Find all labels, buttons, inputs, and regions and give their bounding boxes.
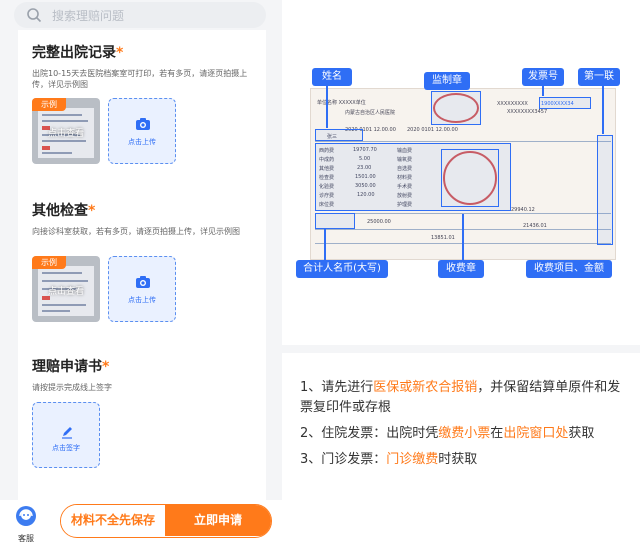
upload-label: 点击上传 xyxy=(128,296,156,304)
callout-first-copy: 第一联 xyxy=(578,68,620,86)
sample-tag: 示例 xyxy=(32,256,66,269)
invoice-date2: 2020 0101 12.00.00 xyxy=(407,127,458,133)
search-placeholder: 搜索理赔问题 xyxy=(52,9,125,23)
sign-label: 点击签字 xyxy=(52,444,80,452)
sample-view-label: 点击查看 xyxy=(47,287,84,297)
search-icon xyxy=(27,8,42,23)
pay-amount: 13851.01 xyxy=(431,235,455,241)
callout-invoice-no: 发票号 xyxy=(522,68,564,86)
highlight-total-caps xyxy=(315,213,355,229)
invoice-hospital: 内蒙古自治区人民医院 xyxy=(345,110,396,116)
sample-image-discharge[interactable]: 示例 点击查看 xyxy=(32,98,100,164)
section-title-other-exam: 其他检查* xyxy=(32,203,96,219)
highlight-invoice-no xyxy=(539,97,591,109)
section-desc-claim-form: 请按提示完成线上签字 xyxy=(32,383,112,392)
callout-total-caps: 合计人名币(大写) xyxy=(296,260,388,278)
action-buttons: 材料不全先保存 立即申请 xyxy=(60,504,272,538)
invoice-unit: 单位名称 XXXXX单位 xyxy=(317,100,366,106)
misc-amount: 29940.12 xyxy=(511,207,535,213)
highlight-first-copy xyxy=(597,135,613,245)
invoice-code: XXXXXXXXX xyxy=(497,101,528,107)
headset-icon xyxy=(16,506,36,526)
service-label: 客服 xyxy=(18,534,34,543)
claim-form-panel: 搜索理赔问题 完整出院记录* 出院10-15天去医院档案室可打印，若有多页，请逐… xyxy=(0,0,282,547)
upload-label: 点击上传 xyxy=(128,138,156,146)
callout-seal: 监制章 xyxy=(424,72,470,90)
section-divider xyxy=(282,345,640,353)
section-desc-discharge: 出院10-15天去医院档案室可打印，若有多页，请逐页拍摄上传，详见示例图 xyxy=(32,69,248,89)
invoice-instructions: 1、请先进行医保或新农合报销，并保留结算单原件和发票复印件或存根 2、住院发票：… xyxy=(300,378,630,476)
sign-button[interactable]: 点击签字 xyxy=(32,402,100,468)
bottom-action-bar: 客服 材料不全先保存 立即申请 xyxy=(0,500,282,547)
callout-name: 姓名 xyxy=(312,68,352,86)
sample-tag: 示例 xyxy=(32,98,66,111)
callout-items: 收费项目、金额 xyxy=(526,260,612,278)
upload-button-discharge[interactable]: 点击上传 xyxy=(108,98,176,164)
invoice-guide-panel: 单位名称 XXXXX单位 内蒙古自治区人民医院 1900XXXX34 XXXXX… xyxy=(282,0,640,547)
highlight-name xyxy=(315,129,363,141)
camera-icon xyxy=(136,276,150,288)
upload-button-other-exam[interactable]: 点击上传 xyxy=(108,256,176,322)
instruction-2: 2、住院发票：出院时凭缴费小票在出院窗口处获取 xyxy=(300,426,595,441)
invoice-number2: XXXXXXXX3457 xyxy=(507,109,548,115)
search-bar[interactable]: 搜索理赔问题 xyxy=(14,2,266,28)
instruction-1: 1、请先进行医保或新农合报销，并保留结算单原件和发票复印件或存根 xyxy=(300,380,621,415)
section-title-claim-form: 理赔申请书* xyxy=(32,359,110,375)
apply-now-button[interactable]: 立即申请 xyxy=(165,505,271,536)
upload-card: 完整出院记录* 出院10-15天去医院档案室可打印，若有多页，请逐页拍摄上传，详… xyxy=(18,30,266,500)
total-amount: 25000.00 xyxy=(367,219,391,225)
callout-payee-seal: 收费章 xyxy=(438,260,484,278)
pen-icon xyxy=(62,427,72,439)
camera-icon xyxy=(136,118,150,130)
instruction-3: 3、门诊发票：门诊缴费时获取 xyxy=(300,452,478,467)
section-desc-other-exam: 向接诊科室获取，若有多页，请逐页拍摄上传，详见示例图 xyxy=(32,227,240,236)
sample-image-other-exam[interactable]: 示例 点击查看 xyxy=(32,256,100,322)
highlight-payee-seal xyxy=(441,149,499,207)
sample-view-label: 点击查看 xyxy=(47,129,84,139)
highlight-seal xyxy=(431,91,481,125)
section-title-discharge: 完整出院记录* xyxy=(32,45,124,61)
save-draft-button[interactable]: 材料不全先保存 xyxy=(61,505,165,536)
sum-amount: 21436.01 xyxy=(523,223,547,229)
